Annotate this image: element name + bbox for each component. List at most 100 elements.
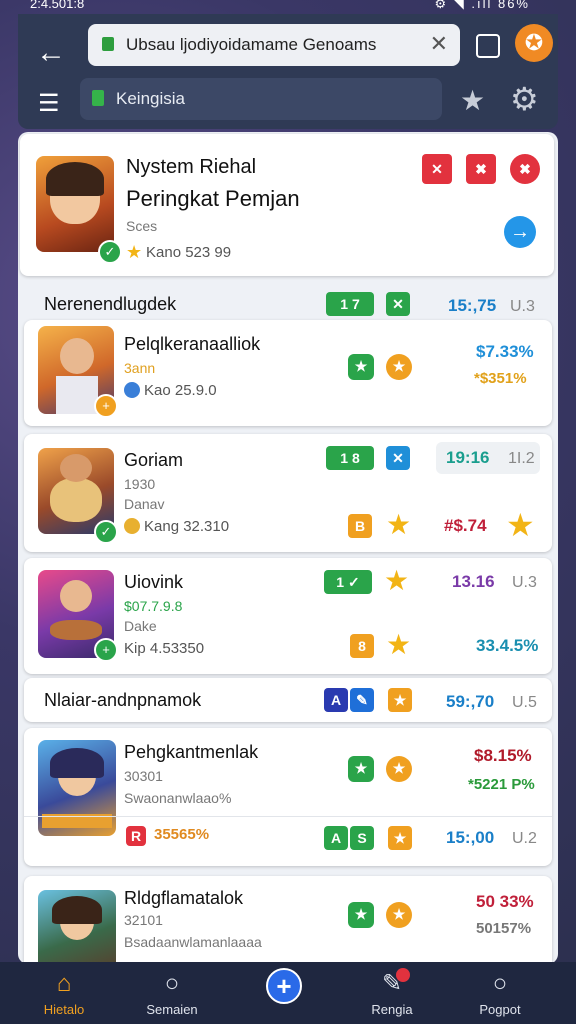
player-meta: Kip 4.53350: [124, 640, 205, 657]
section-score-delta: U.2: [512, 830, 537, 847]
row-divider: [24, 816, 552, 817]
player-name: Goriam: [124, 450, 184, 470]
section-header: Nlaiar-andnpnamok A ✎ ★ 59:,70 U.5: [24, 678, 552, 722]
tool-icon: A: [324, 826, 348, 850]
rank-badge-num: 1: [340, 296, 349, 312]
verified-icon: ✓: [98, 240, 122, 264]
player-value2: *$351%: [474, 370, 527, 387]
tool-icon: S: [350, 826, 374, 850]
nav-label: Hietalo: [43, 1002, 85, 1017]
star-badge-orange: ★: [388, 688, 412, 712]
player-value2: 33.4.5%: [476, 636, 539, 655]
section-score-delta: U.3: [510, 298, 535, 315]
player-meta: Kang 32.310: [144, 518, 230, 535]
tabs-icon[interactable]: [476, 34, 500, 58]
section-score: 15:,75: [448, 296, 497, 315]
lock-icon: [102, 37, 114, 51]
star-badge-green: ★: [348, 902, 374, 928]
arrow-right-icon[interactable]: →: [504, 216, 536, 248]
player-value: 50 33%: [476, 892, 534, 911]
player-sub: 3ann: [124, 360, 156, 376]
list-item[interactable]: ✓ Goriam 1930 Danav Kang 32.310 1 8 ✕ 19…: [24, 434, 552, 552]
rank-r-text: 35565%: [154, 826, 210, 843]
close-icon[interactable]: ✖: [466, 154, 496, 184]
player-sub: $07.7.9.8: [124, 598, 183, 614]
star-icon: ★: [386, 509, 412, 540]
tool-icon: ✎: [350, 688, 374, 712]
nav-label: Rengia: [371, 1002, 413, 1017]
clear-url-icon[interactable]: ✕: [430, 31, 448, 57]
player-sub: 30301: [124, 768, 163, 784]
shield-icon: [124, 382, 140, 398]
player-sub: 32101: [124, 912, 163, 928]
header-card: ✓ Nystem Riehal Peringkat Pemjan Sces ★ …: [20, 134, 554, 276]
rank-r-badge: R: [126, 826, 146, 846]
status-bar: 2:4.501:8 ⚙ ◥ .ıll 86%: [0, 0, 576, 14]
header-rating: Kano 523 99: [146, 244, 232, 261]
gear-icon[interactable]: ⚙: [510, 80, 539, 118]
section-title: Nlaiar-andnpnamok: [44, 690, 202, 710]
close-icon[interactable]: ✖: [510, 154, 540, 184]
player-value2: 50157%: [476, 920, 532, 937]
tool-icon: ✕: [386, 292, 410, 316]
star-badge-orange: ★: [386, 756, 412, 782]
bottom-nav: ⌂ Hietalo ○ Semaien + ✎ Rengia ○ Pogpot: [0, 962, 576, 1024]
section-title: Nerenendlugdek: [44, 294, 177, 314]
tool-icon: ✕: [386, 446, 410, 470]
list-item[interactable]: Pehgkantmenlak 30301 Swaonanwlaao% ★ ★ $…: [24, 728, 552, 866]
star-icon[interactable]: ★: [460, 84, 485, 117]
nav-notifications[interactable]: ✎ Rengia: [342, 962, 442, 1024]
player-value-delta: U.3: [512, 574, 537, 591]
page-title: Peringkat Pemjan: [126, 186, 300, 211]
search-icon: ○: [164, 970, 180, 997]
player-sub: 1930: [124, 476, 156, 492]
player-value2: *5221 P%: [468, 776, 535, 793]
nav-search[interactable]: ○ Semaien: [122, 962, 222, 1024]
browser-toolbar: ← Ubsau ljodiyoidamame Genoams ✕ ✪ ☰ Kei…: [18, 14, 558, 129]
status-icons: ⚙ ◥ .ıll 86%: [434, 0, 530, 11]
section-score-delta: U.5: [512, 694, 537, 711]
back-icon[interactable]: ←: [36, 38, 66, 68]
section-score: 59:,70: [446, 692, 495, 711]
player-sub2: Swaonanwlaao%: [124, 790, 232, 806]
star-badge-green: ★: [348, 354, 374, 380]
list-item[interactable]: + Uiovink $07.7.9.8 Dake Kip 4.53350 1 ✓…: [24, 558, 552, 674]
star-badge-orange: ★: [386, 354, 412, 380]
rank-badge-num2: 7: [351, 296, 360, 312]
player-value: $7.33%: [476, 342, 534, 361]
player-avatar: [38, 740, 116, 836]
nav-label: Pogpot: [479, 1002, 521, 1017]
player-avatar: [38, 890, 116, 964]
rank-badge: 1 8: [326, 446, 374, 470]
nav-profile[interactable]: ○ Pogpot: [450, 962, 550, 1024]
menu-icon[interactable]: ☰: [38, 92, 60, 116]
notification-dot: [396, 968, 410, 982]
star-icon: ★: [386, 629, 412, 660]
close-icon[interactable]: ✕: [422, 154, 452, 184]
profile-icon[interactable]: ✪: [515, 24, 553, 62]
rank-badge-num: 1: [336, 574, 345, 590]
search-text: Keingisia: [116, 89, 185, 108]
section-score: 15:,00: [446, 828, 495, 847]
search-bar[interactable]: Keingisia: [80, 78, 442, 120]
star-badge-orange: ★: [388, 826, 412, 850]
leaderboard-panel: ✓ Nystem Riehal Peringkat Pemjan Sces ★ …: [18, 132, 558, 964]
rank-badge: 1 ✓: [324, 570, 372, 594]
status-time: 2:4.501:8: [30, 0, 85, 11]
list-item[interactable]: Rldgflamatalok 32101 Bsadaanwlamanlaaaa …: [24, 876, 552, 964]
star-icon: ★: [384, 565, 410, 596]
nav-add[interactable]: +: [234, 962, 334, 1024]
player-sub2: Bsadaanwlamanlaaaa: [124, 934, 262, 950]
medal-icon: [124, 518, 140, 534]
player-value-delta: 1I.2: [508, 450, 535, 467]
star-icon: ★: [506, 507, 535, 543]
header-subtitle: Sces: [126, 218, 158, 234]
list-item[interactable]: + Pelqlkeranaalliok 3ann Kao 25.9.0 ★ ★ …: [24, 320, 552, 426]
url-bar[interactable]: Ubsau ljodiyoidamame Genoams ✕: [88, 24, 460, 66]
star-badge-green: ★: [348, 756, 374, 782]
rank-badge-num2: 8: [351, 450, 360, 466]
search-icon: ○: [492, 970, 508, 997]
player-name: Uiovink: [124, 572, 184, 592]
nav-home[interactable]: ⌂ Hietalo: [14, 962, 114, 1024]
player-name: Rldgflamatalok: [124, 888, 244, 908]
